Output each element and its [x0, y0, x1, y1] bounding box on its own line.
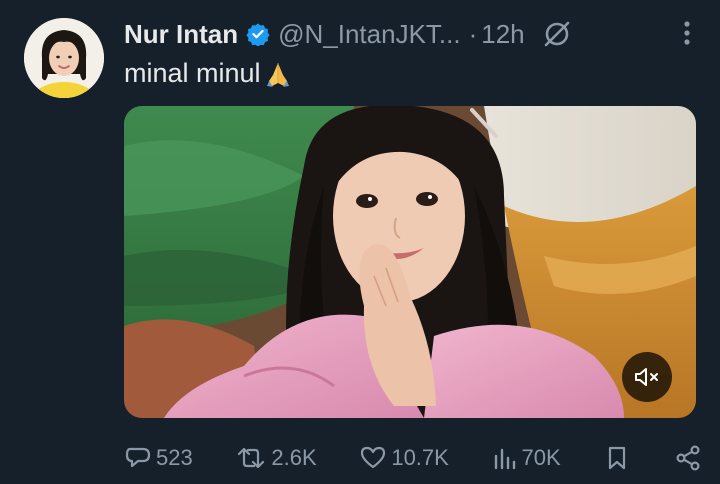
grok-icon[interactable]: [541, 18, 573, 50]
verified-badge-icon[interactable]: [246, 22, 270, 46]
retweet-button[interactable]: 2.6K: [235, 444, 317, 472]
retweet-count: 2.6K: [271, 445, 317, 470]
folded-hands-icon: [263, 59, 293, 89]
tweet-timestamp[interactable]: 12h: [481, 19, 524, 50]
speaker-muted-icon: [635, 368, 658, 386]
tweet-actions: 523 2.6K 10.7K 70K: [124, 438, 702, 478]
bookmark-button[interactable]: [603, 444, 631, 472]
author-handle[interactable]: @N_IntanJKT...: [278, 19, 460, 50]
reply-icon: [125, 447, 151, 468]
tweet-header: Nur Intan @N_IntanJKT... · 12h: [124, 14, 690, 54]
views-button[interactable]: 70K: [492, 444, 561, 472]
tweet-video[interactable]: [124, 106, 696, 418]
like-count: 10.7K: [391, 445, 449, 470]
views-chart-icon: [494, 448, 515, 470]
mute-toggle-button[interactable]: [622, 352, 672, 402]
bookmark-icon: [609, 446, 626, 470]
video-frame: [124, 106, 696, 418]
reply-button[interactable]: 523: [124, 444, 193, 472]
tweet-body: minal minul: [124, 58, 261, 88]
tweet-text: minal minul: [124, 58, 293, 89]
heart-icon: [361, 446, 386, 469]
separator-dot: ·: [468, 18, 478, 49]
views-count: 70K: [521, 445, 561, 470]
reply-count: 523: [156, 445, 193, 470]
avatar[interactable]: [24, 18, 104, 98]
retweet-icon: [238, 447, 265, 469]
more-options-icon[interactable]: [684, 20, 690, 51]
avatar-image: [24, 18, 104, 98]
like-button[interactable]: 10.7K: [359, 444, 449, 472]
share-icon: [676, 445, 700, 471]
share-button[interactable]: [674, 444, 702, 472]
author-name[interactable]: Nur Intan: [124, 19, 238, 50]
